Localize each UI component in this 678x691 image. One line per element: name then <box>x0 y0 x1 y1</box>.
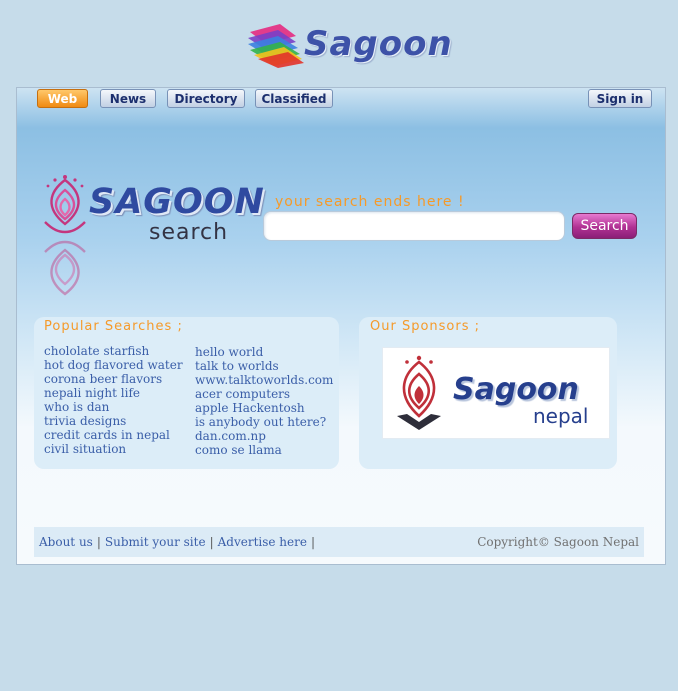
footer-separator: | <box>209 535 214 549</box>
about-us-link[interactable]: About us <box>39 535 93 549</box>
search-logo-title: SAGOON <box>89 182 265 222</box>
header-logo-text: Sagoon <box>304 24 453 64</box>
search-input[interactable] <box>263 211 565 241</box>
list-item[interactable]: dan.com.np <box>195 429 333 443</box>
sign-in-button[interactable]: Sign in <box>588 89 652 108</box>
lotus-emblem-icon <box>44 175 86 296</box>
sponsor-banner-title: Sagoon <box>453 372 579 407</box>
list-item[interactable]: nepali night life <box>44 386 183 400</box>
sagoon-search-logo: SAGOON search <box>39 174 269 299</box>
copyright-text: Copyright© Sagoon Nepal <box>477 535 639 549</box>
main-panel: Web News Directory Classified Sign in SA… <box>16 87 666 565</box>
list-item[interactable]: trivia designs <box>44 414 183 428</box>
list-item[interactable]: credit cards in nepal <box>44 428 183 442</box>
footer-separator: | <box>310 535 316 549</box>
list-item[interactable]: civil situation <box>44 442 183 456</box>
list-item[interactable]: corona beer flavors <box>44 372 183 386</box>
search-button[interactable]: Search <box>572 213 637 239</box>
popular-searches-right-list: hello world talk to worlds www.talktowor… <box>195 345 333 457</box>
list-item[interactable]: www.talktoworlds.com <box>195 373 333 387</box>
list-item[interactable]: chololate starfish <box>44 344 183 358</box>
footer-bar: About us | Submit your site | Advertise … <box>34 527 644 557</box>
footer-separator: | <box>96 535 101 549</box>
lotus-emblem-icon <box>397 355 441 430</box>
list-item[interactable]: who is dan <box>44 400 183 414</box>
tab-classified[interactable]: Classified <box>255 89 333 108</box>
tab-directory[interactable]: Directory <box>167 89 245 108</box>
tab-web[interactable]: Web <box>37 89 88 108</box>
header-logo[interactable]: Sagoon <box>244 20 452 72</box>
footer-links: About us | Submit your site | Advertise … <box>39 535 319 549</box>
search-logo-subtitle: search <box>149 220 229 245</box>
list-item[interactable]: acer computers <box>195 387 333 401</box>
list-item[interactable]: talk to worlds <box>195 359 333 373</box>
tab-news[interactable]: News <box>100 89 156 108</box>
popular-searches-title: Popular Searches ; <box>44 319 183 334</box>
search-tagline: your search ends here ! <box>275 194 465 210</box>
popular-searches-left-list: chololate starfish hot dog flavored wate… <box>44 344 183 456</box>
list-item[interactable]: apple Hackentosh <box>195 401 333 415</box>
list-item[interactable]: is anybody out htere? <box>195 415 333 429</box>
sponsor-banner[interactable]: Sagoon nepal <box>382 347 610 439</box>
list-item[interactable]: como se llama <box>195 443 333 457</box>
list-item[interactable]: hello world <box>195 345 333 359</box>
sponsor-banner-subtitle: nepal <box>533 404 589 428</box>
submit-site-link[interactable]: Submit your site <box>105 535 206 549</box>
list-item[interactable]: hot dog flavored water <box>44 358 183 372</box>
advertise-link[interactable]: Advertise here <box>218 535 307 549</box>
sponsors-title: Our Sponsors ; <box>370 319 481 334</box>
